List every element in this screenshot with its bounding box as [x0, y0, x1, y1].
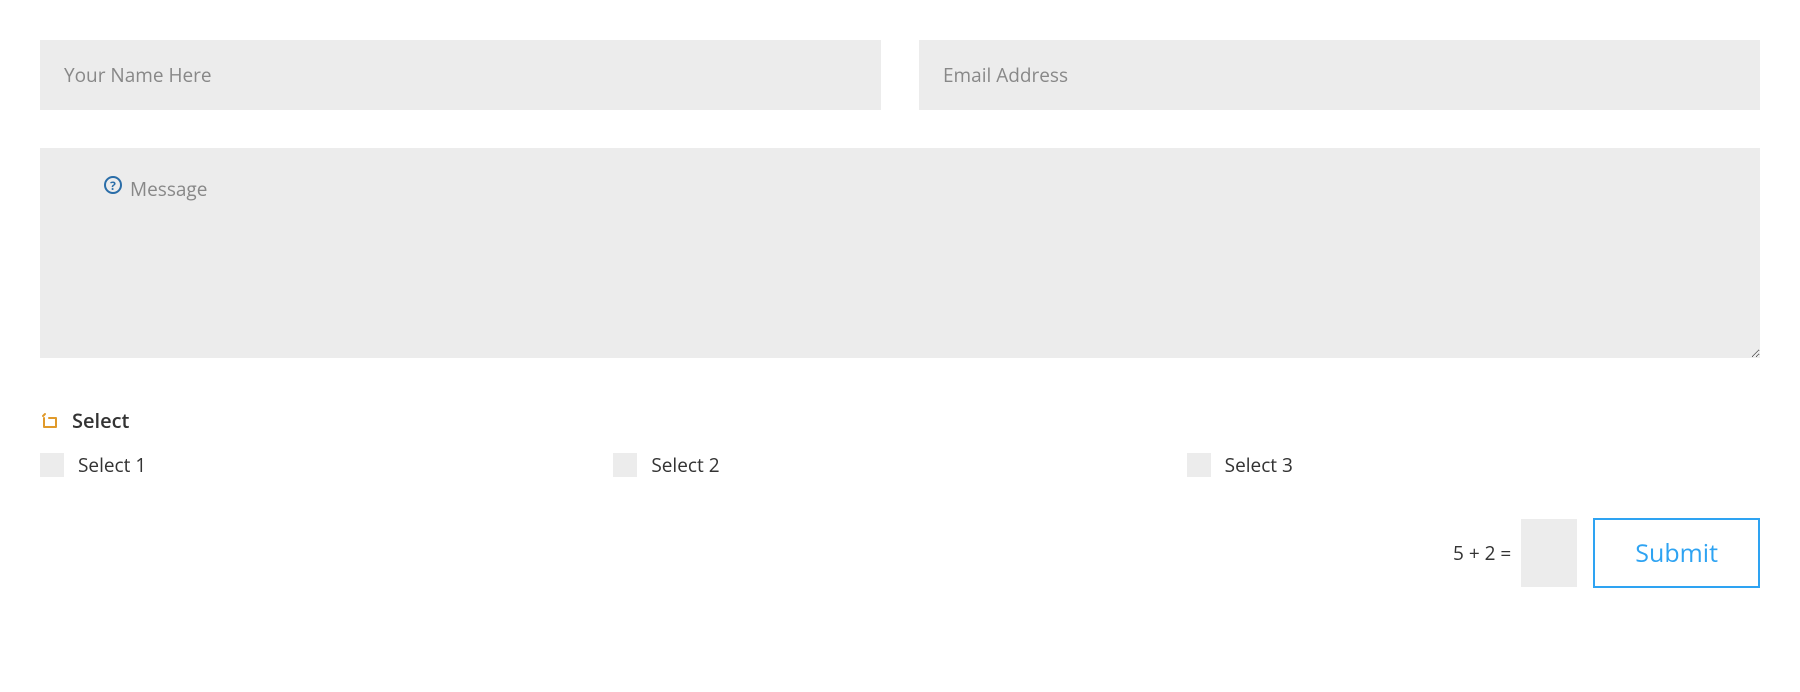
submit-button[interactable]: Submit — [1593, 518, 1760, 588]
submit-row: 5 + 2 = Submit — [40, 518, 1760, 588]
expand-icon — [40, 411, 60, 431]
checkbox-label: Select 3 — [1225, 452, 1293, 478]
contact-form: ? Select Select 1 Select 2 — [40, 40, 1760, 588]
checkbox-group: Select 1 Select 2 Select 3 — [40, 452, 1760, 478]
checkbox-item-1[interactable]: Select 1 — [40, 452, 613, 478]
help-icon[interactable]: ? — [104, 176, 122, 194]
name-input[interactable] — [40, 40, 881, 110]
checkbox-box[interactable] — [40, 453, 64, 477]
checkbox-item-3[interactable]: Select 3 — [1187, 452, 1760, 478]
message-wrapper: ? — [40, 148, 1760, 363]
select-section: Select Select 1 Select 2 Select 3 — [40, 407, 1760, 478]
checkbox-label: Select 1 — [78, 452, 146, 478]
captcha-question: 5 + 2 = — [1453, 540, 1511, 566]
captcha-input[interactable] — [1521, 519, 1577, 587]
checkbox-box[interactable] — [613, 453, 637, 477]
captcha-wrapper: 5 + 2 = — [1453, 518, 1577, 588]
checkbox-label: Select 2 — [651, 452, 719, 478]
message-textarea[interactable] — [40, 148, 1760, 358]
select-title: Select — [72, 407, 129, 434]
checkbox-box[interactable] — [1187, 453, 1211, 477]
form-row-top — [40, 40, 1760, 110]
checkbox-item-2[interactable]: Select 2 — [613, 452, 1186, 478]
email-input[interactable] — [919, 40, 1760, 110]
select-header: Select — [40, 407, 1760, 434]
